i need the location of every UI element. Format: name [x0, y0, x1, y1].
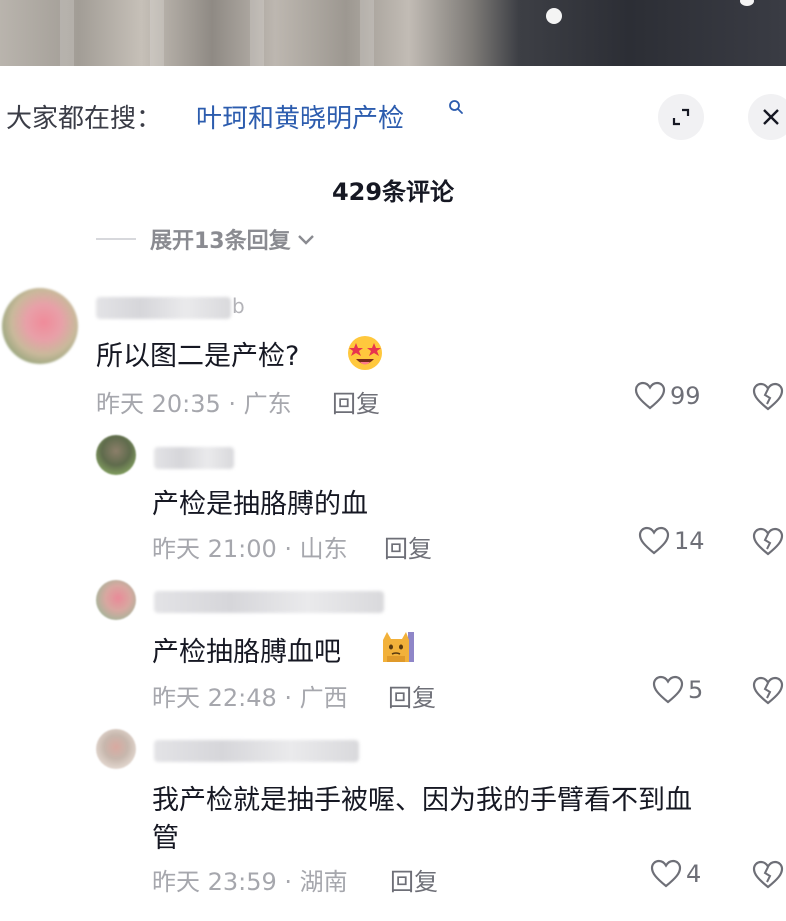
dislike-button[interactable] — [752, 676, 784, 710]
heart-icon — [638, 526, 670, 555]
comment-timestamp-location: 昨天 22:48 · 广西 — [152, 684, 348, 712]
username-suffix: b — [232, 294, 245, 318]
avatar[interactable] — [96, 435, 136, 475]
curtain-fold — [250, 0, 264, 66]
like-count: 4 — [686, 860, 702, 888]
like-count: 5 — [688, 676, 704, 704]
comment-timestamp-location: 昨天 23:59 · 湖南 — [152, 868, 348, 896]
dislike-button[interactable] — [752, 382, 784, 416]
like-count: 99 — [670, 382, 701, 410]
username-blurred[interactable] — [154, 591, 384, 613]
username-blurred[interactable] — [154, 447, 234, 469]
username-blurred[interactable] — [96, 297, 231, 319]
like-button[interactable]: 5 — [652, 675, 703, 705]
comment-text: 产检抽胳膊血吧 — [152, 637, 341, 668]
reply-button[interactable]: 回复 — [388, 678, 436, 713]
broken-heart-icon — [752, 382, 784, 411]
comment-text-line-2: 管 — [152, 823, 179, 854]
avatar[interactable] — [2, 288, 78, 364]
expand-replies-link[interactable]: 展开13条回复 — [96, 222, 317, 256]
expand-button[interactable] — [658, 94, 704, 140]
curtain-fold — [150, 0, 164, 66]
broken-heart-icon — [752, 527, 784, 556]
dislike-button[interactable] — [752, 860, 784, 894]
comment-text-line-1: 我产检就是抽手被喔、因为我的手臂看不到血 — [152, 785, 692, 816]
star-struck-emoji — [344, 332, 386, 376]
background-photo-strip — [0, 0, 786, 66]
username-blurred[interactable] — [154, 740, 359, 762]
curtain-fold — [360, 0, 374, 66]
ceiling-light — [546, 8, 562, 24]
like-button[interactable]: 14 — [638, 526, 705, 556]
avatar[interactable] — [96, 580, 136, 620]
search-suggestion-term[interactable]: 叶珂和黄晓明产检 — [196, 98, 404, 135]
reply-button[interactable]: 回复 — [390, 862, 438, 897]
broken-heart-icon — [752, 860, 784, 889]
ceiling-light — [740, 0, 754, 6]
curtain-fold — [60, 0, 74, 66]
cat-emoji — [378, 628, 416, 670]
expand-icon — [672, 108, 690, 126]
reply-button[interactable]: 回复 — [384, 529, 432, 564]
divider-line — [96, 238, 136, 240]
like-count: 14 — [674, 527, 705, 555]
expand-replies-label: 展开13条回复 — [150, 229, 291, 254]
comment-text: 所以图二是产检? — [96, 341, 300, 372]
comments-count-title: 429条评论 — [331, 178, 455, 206]
avatar[interactable] — [96, 729, 136, 769]
comment-timestamp-location: 昨天 20:35 · 广东 — [96, 390, 292, 418]
reply-button[interactable]: 回复 — [332, 384, 380, 419]
like-button[interactable]: 4 — [650, 859, 701, 889]
chevron-down-icon — [297, 235, 314, 245]
comment-text: 产检是抽胳膊的血 — [152, 489, 368, 520]
comment-timestamp-location: 昨天 21:00 · 山东 — [152, 535, 348, 563]
search-suggestion-prefix: 大家都在搜： — [6, 104, 163, 134]
close-icon — [763, 109, 779, 125]
heart-icon — [650, 859, 682, 888]
like-button[interactable]: 99 — [634, 381, 701, 411]
broken-heart-icon — [752, 676, 784, 705]
heart-icon — [652, 675, 684, 704]
heart-icon — [634, 381, 666, 410]
close-button[interactable] — [748, 94, 786, 140]
search-icon[interactable] — [448, 99, 464, 121]
dislike-button[interactable] — [752, 527, 784, 561]
